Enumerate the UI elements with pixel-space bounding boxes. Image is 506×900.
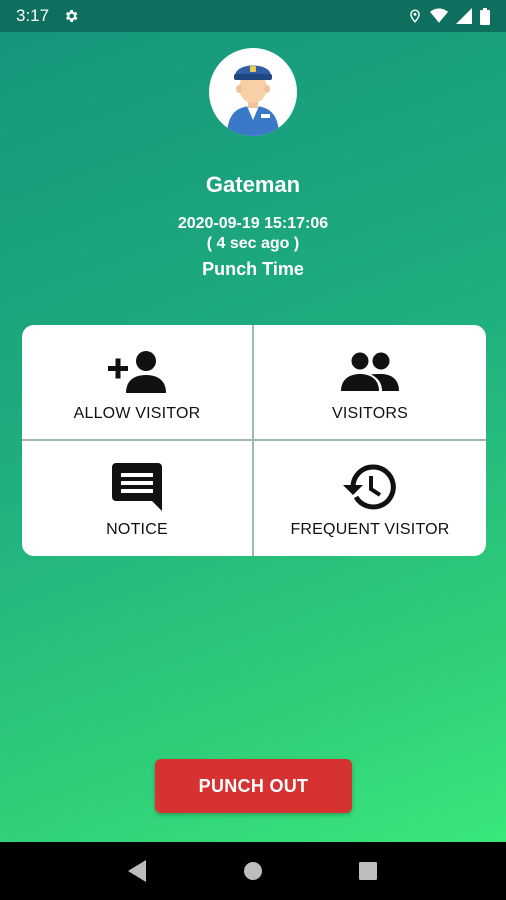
allow-visitor-label: ALLOW VISITOR bbox=[73, 405, 201, 422]
frequent-visitor-label: FREQUENT VISITOR bbox=[290, 520, 450, 538]
history-icon bbox=[340, 463, 400, 511]
home-icon[interactable] bbox=[233, 851, 273, 891]
location-icon bbox=[408, 8, 422, 24]
punch-datetime: 2020-09-19 15:17:06 bbox=[177, 215, 329, 232]
recents-icon[interactable] bbox=[348, 851, 388, 891]
notice-label: NOTICE bbox=[106, 520, 168, 538]
navigation-bar bbox=[0, 842, 506, 900]
status-left: 3:17 bbox=[16, 6, 79, 26]
back-icon[interactable] bbox=[118, 851, 158, 891]
punch-elapsed: ( 4 sec ago ) bbox=[206, 235, 300, 252]
punch-out-button[interactable]: PUNCH OUT bbox=[155, 759, 352, 813]
gear-icon bbox=[63, 8, 79, 24]
battery-icon bbox=[480, 7, 490, 25]
user-name: Gateman bbox=[205, 172, 301, 197]
add-person-icon bbox=[107, 347, 167, 395]
message-icon bbox=[107, 462, 167, 511]
home-screen: Gateman 2020-09-19 15:17:06 ( 4 sec ago … bbox=[0, 32, 506, 842]
visitors-button[interactable]: VISITORS bbox=[254, 325, 486, 441]
notice-button[interactable]: NOTICE bbox=[22, 440, 254, 556]
security-guard-avatar bbox=[209, 48, 297, 136]
visitors-label: VISITORS bbox=[332, 405, 408, 422]
frequent-visitor-button[interactable]: FREQUENT VISITOR bbox=[254, 441, 486, 557]
menu-grid: ALLOW VISITOR VISITORS NOTICE FREQUENT V… bbox=[22, 325, 486, 556]
punch-time-label: Punch Time bbox=[202, 259, 304, 279]
wifi-icon bbox=[430, 8, 448, 24]
status-time: 3:17 bbox=[16, 6, 50, 25]
people-icon bbox=[340, 347, 400, 395]
status-right bbox=[408, 7, 490, 25]
signal-icon bbox=[456, 8, 472, 24]
allow-visitor-button[interactable]: ALLOW VISITOR bbox=[22, 325, 254, 441]
status-bar: 3:17 bbox=[0, 0, 506, 32]
